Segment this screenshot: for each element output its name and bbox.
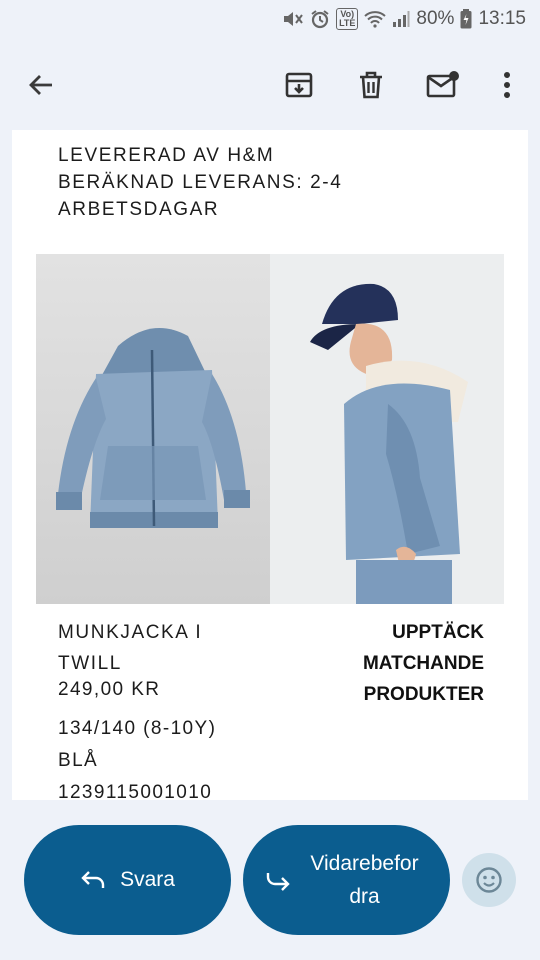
trash-icon: [360, 71, 382, 99]
volte-icon: Vo) LTE: [336, 7, 359, 31]
more-options-button[interactable]: [484, 62, 530, 108]
delivery-info: LEVERERAD AV H&M BERÄKNAD LEVERANS: 2-4 …: [58, 142, 342, 223]
product-article-number: 1239115001010: [58, 782, 213, 800]
emoji-reaction-icon: [476, 867, 502, 893]
product-price: 249,00 KR: [58, 679, 161, 700]
email-screen: Vo) LTE 80% 13:15 LEVERERAD AV H&M BERÄK…: [0, 0, 540, 960]
reply-button[interactable]: Svara: [24, 825, 231, 935]
clock-time: 13:15: [478, 8, 526, 29]
back-arrow-icon: [29, 75, 52, 95]
battery-icon: [460, 7, 472, 31]
alarm-icon: [310, 7, 330, 31]
delivery-line: ARBETSDAGAR: [58, 199, 220, 220]
mark-unread-icon: [426, 71, 459, 98]
mark-unread-button[interactable]: [420, 62, 466, 108]
discover-matching-products-link[interactable]: UPPTÄCK MATCHANDE PRODUKTER: [324, 617, 484, 710]
archive-button[interactable]: [276, 62, 322, 108]
product-images[interactable]: [36, 254, 504, 604]
back-button[interactable]: [18, 62, 64, 108]
forward-label: Vidarebefor dra: [310, 852, 419, 908]
signal-icon: [392, 7, 410, 31]
battery-percentage: 80%: [416, 8, 455, 29]
email-body: LEVERERAD AV H&M BERÄKNAD LEVERANS: 2-4 …: [12, 130, 528, 800]
product-name: MUNKJACKA I TWILL: [58, 622, 203, 674]
email-toolbar: [0, 50, 540, 120]
product-image-jacket[interactable]: [36, 254, 270, 604]
wifi-icon: [364, 7, 387, 31]
delete-button[interactable]: [348, 62, 394, 108]
more-vert-icon: [504, 72, 510, 98]
status-bar: Vo) LTE 80% 13:15: [0, 0, 540, 38]
archive-icon: [285, 72, 313, 98]
forward-button[interactable]: Vidarebefor dra: [243, 825, 450, 935]
forward-icon: [266, 873, 290, 891]
delivery-line: BERÄKNAD LEVERANS: 2-4: [58, 172, 343, 193]
product-color: BLÅ: [58, 750, 99, 771]
product-image-model[interactable]: [270, 254, 504, 604]
reply-icon: [81, 871, 105, 888]
mute-icon: [282, 7, 304, 31]
emoji-reaction-button[interactable]: [462, 853, 516, 907]
reply-label: Svara: [120, 868, 175, 891]
product-size: 134/140 (8-10Y): [58, 718, 217, 739]
delivery-line: LEVERERAD AV H&M: [58, 145, 275, 166]
